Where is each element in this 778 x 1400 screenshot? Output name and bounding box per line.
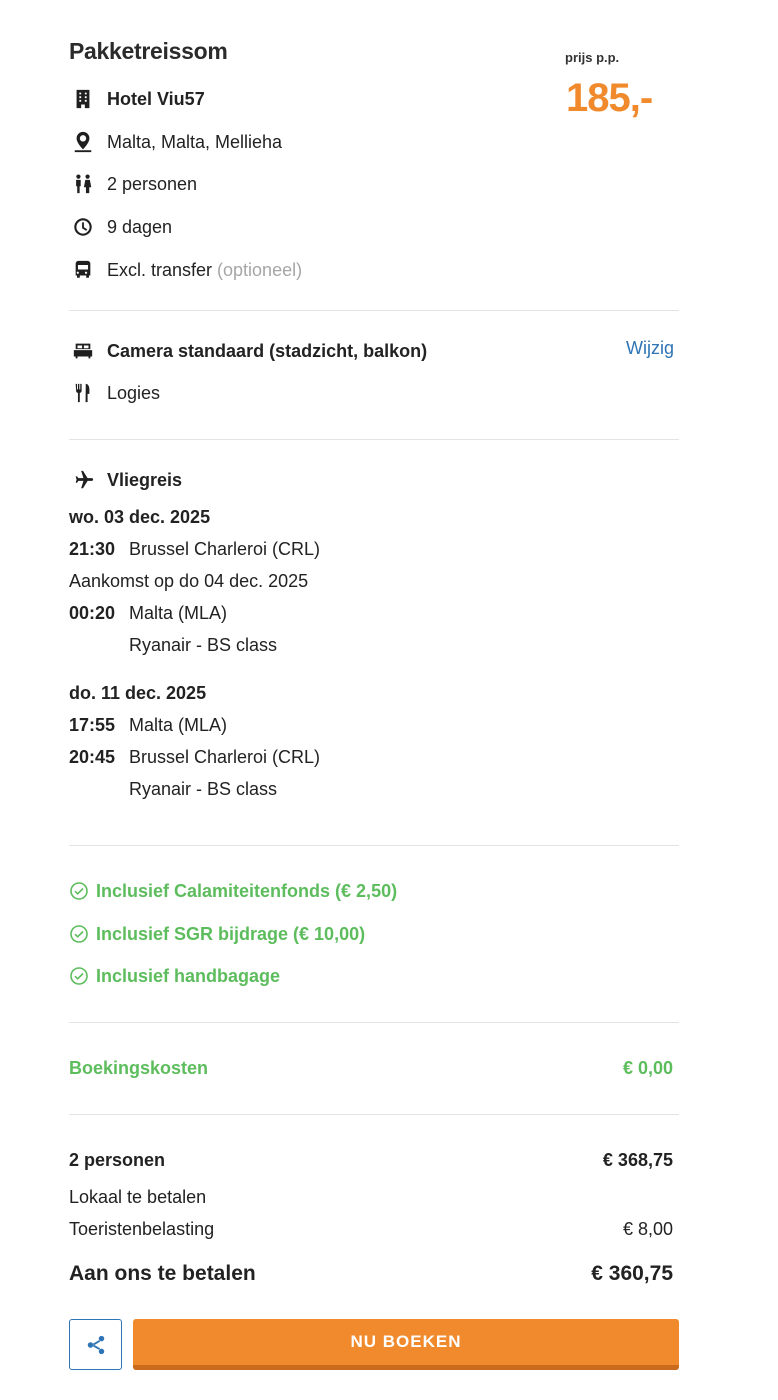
transfer-text: Excl. transfer — [107, 259, 213, 280]
book-now-button[interactable]: NU BOEKEN — [133, 1319, 679, 1370]
board-text: Logies — [107, 382, 161, 403]
share-button[interactable] — [69, 1319, 122, 1370]
persons-total-value: € 368,75 — [602, 1150, 673, 1170]
return-carrier: Ryanair - BS class — [129, 779, 278, 799]
price-label: prijs p.p. — [565, 50, 620, 65]
outbound-departure-time: 21:30 — [69, 539, 116, 559]
return-arrival-airport: Brussel Charleroi (CRL) — [129, 747, 321, 767]
check-circle-icon — [69, 966, 89, 986]
outbound-carrier: Ryanair - BS class — [129, 635, 278, 655]
outbound-departure-airport: Brussel Charleroi (CRL) — [129, 539, 321, 559]
inclusion-label: Inclusief Calamiteitenfonds (€ 2,50) — [96, 880, 398, 901]
divider — [69, 1114, 679, 1115]
divider — [69, 310, 679, 311]
check-circle-icon — [69, 924, 89, 944]
total-due-label: Aan ons te betalen — [69, 1262, 256, 1285]
divider — [69, 845, 679, 846]
price-value: 185,- — [566, 76, 653, 120]
duration-text: 9 dagen — [107, 216, 173, 237]
persons-row: 2 personen — [69, 170, 197, 198]
return-arrival-time: 20:45 — [69, 747, 116, 767]
transfer-optional-note: (optioneel) — [217, 259, 303, 280]
tourist-tax-value: € 8,00 — [622, 1219, 673, 1239]
building-icon — [69, 85, 97, 113]
inclusion-item: Inclusief SGR bijdrage (€ 10,00) — [69, 921, 365, 947]
hotel-name: Hotel Viu57 — [107, 88, 205, 109]
inclusion-item: Inclusief Calamiteitenfonds (€ 2,50) — [69, 878, 397, 904]
persons-total-label: 2 personen — [69, 1150, 166, 1170]
total-due-value: € 360,75 — [591, 1262, 673, 1285]
return-departure-airport: Malta (MLA) — [129, 715, 228, 735]
room-type: Camera standaard (stadzicht, balkon) — [107, 340, 428, 361]
local-payment-label: Lokaal te betalen — [69, 1187, 207, 1207]
board-row: Logies — [69, 379, 160, 407]
outbound-arrival-note: Aankomst op do 04 dec. 2025 — [69, 571, 309, 591]
people-icon — [69, 170, 97, 198]
outbound-date: wo. 03 dec. 2025 — [69, 507, 211, 527]
change-room-link[interactable]: Wijzig — [626, 338, 674, 359]
cutlery-icon — [69, 379, 97, 407]
divider — [69, 439, 679, 440]
room-row: Camera standaard (stadzicht, balkon) — [69, 337, 427, 365]
share-icon — [85, 1334, 107, 1356]
map-pin-icon — [69, 128, 97, 156]
flight-heading: Vliegreis — [107, 469, 183, 490]
duration-row: 9 dagen — [69, 213, 172, 241]
divider — [69, 1022, 679, 1023]
persons-text: 2 personen — [107, 173, 198, 194]
return-date: do. 11 dec. 2025 — [69, 683, 207, 703]
transfer-row: Excl. transfer (optioneel) — [69, 256, 302, 284]
airplane-icon — [69, 466, 97, 494]
timer-icon — [69, 213, 97, 241]
inclusion-label: Inclusief handbagage — [96, 965, 281, 986]
outbound-arrival-time: 00:20 — [69, 603, 116, 623]
page-title: Pakketreissom — [69, 38, 228, 64]
bed-icon — [69, 337, 97, 365]
outbound-arrival-airport: Malta (MLA) — [129, 603, 228, 623]
bus-icon — [69, 256, 97, 284]
booking-costs-value: € 0,00 — [622, 1058, 673, 1078]
location-row: Malta, Malta, Mellieha — [69, 128, 282, 156]
flight-heading-row: Vliegreis — [69, 466, 182, 494]
tourist-tax-label: Toeristenbelasting — [69, 1219, 215, 1239]
inclusion-item: Inclusief handbagage — [69, 963, 280, 989]
inclusion-label: Inclusief SGR bijdrage (€ 10,00) — [96, 923, 366, 944]
hotel-row: Hotel Viu57 — [69, 85, 205, 113]
booking-costs-label: Boekingskosten — [69, 1058, 209, 1078]
location-text: Malta, Malta, Mellieha — [107, 131, 283, 152]
return-departure-time: 17:55 — [69, 715, 116, 735]
check-circle-icon — [69, 881, 89, 901]
